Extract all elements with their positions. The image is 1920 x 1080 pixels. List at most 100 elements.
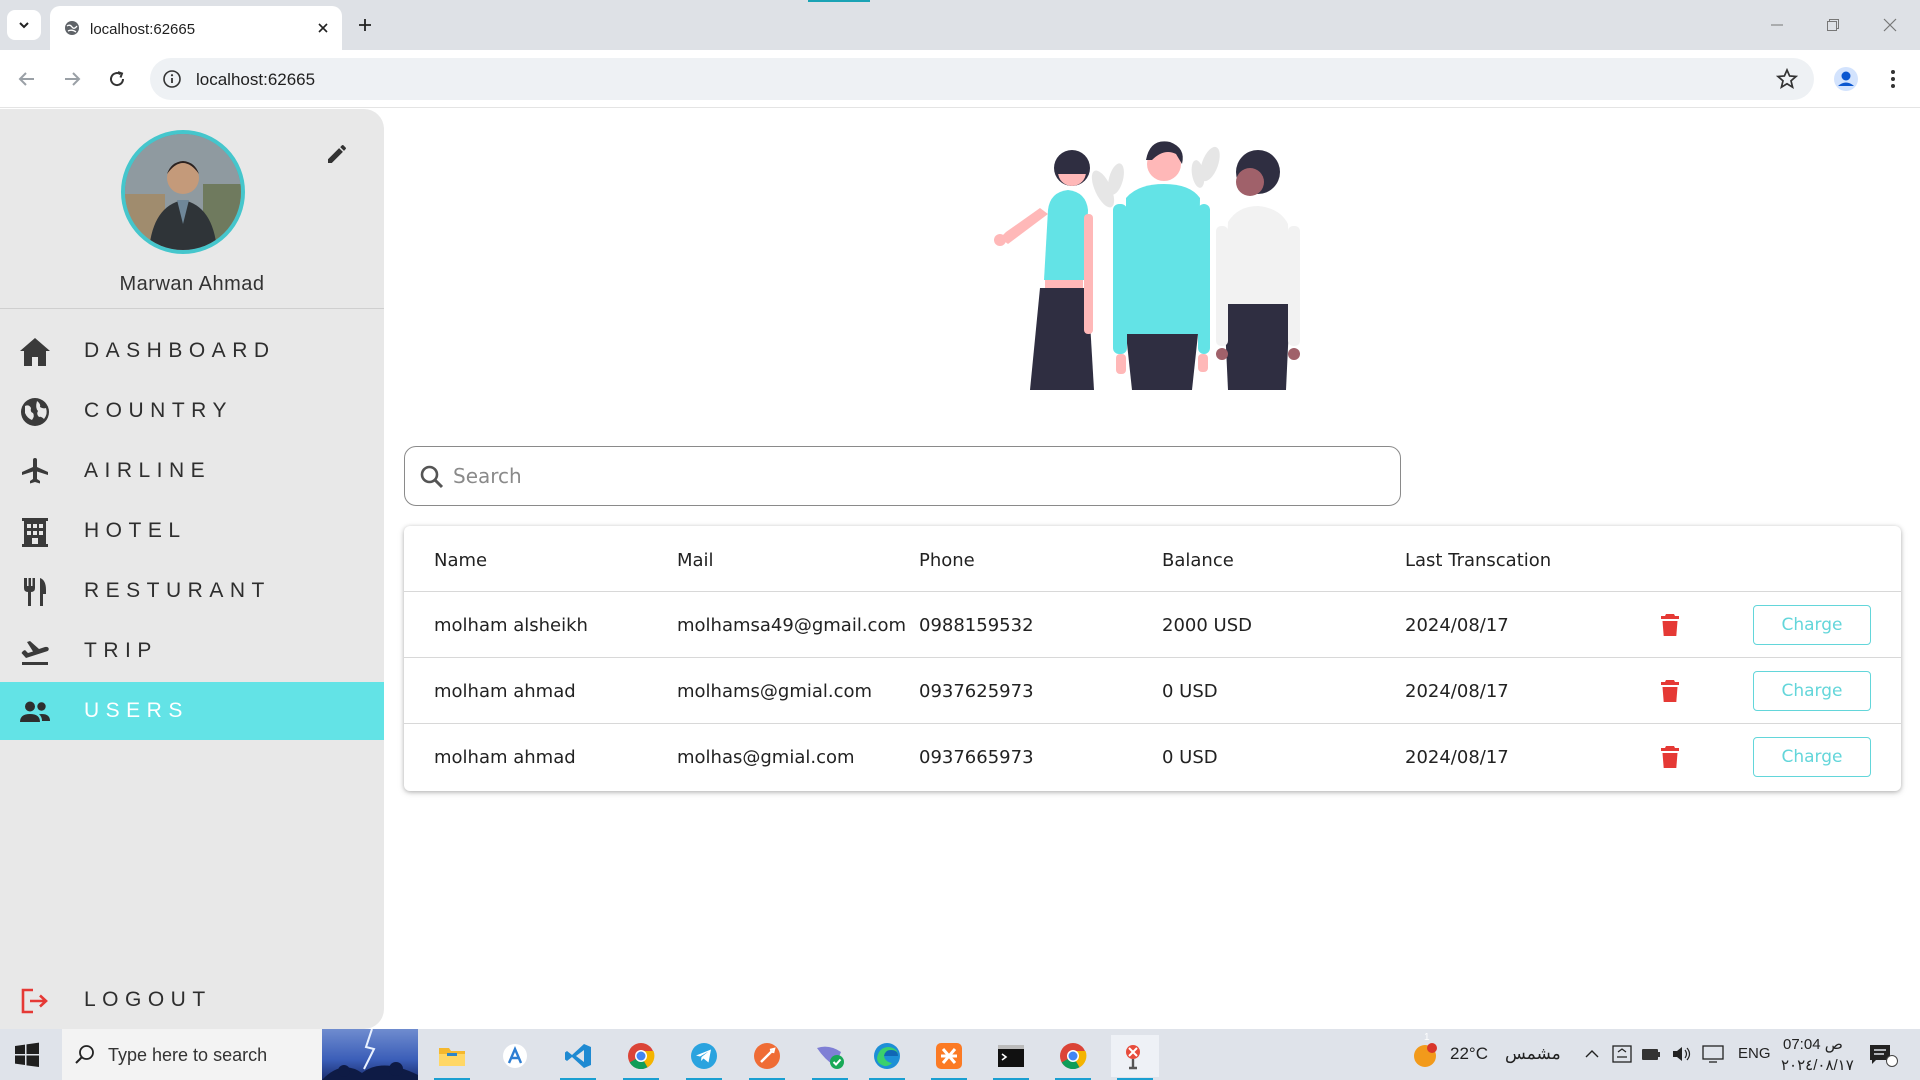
chrome-icon bbox=[1060, 1043, 1087, 1070]
taskbar-flutter-app[interactable] bbox=[1111, 1035, 1159, 1080]
charge-button[interactable]: Charge bbox=[1753, 737, 1871, 777]
taskbar-edge[interactable] bbox=[863, 1035, 911, 1080]
address-bar[interactable]: localhost:62665 bbox=[150, 58, 1814, 100]
delete-button[interactable] bbox=[1658, 744, 1682, 770]
taskbar-chrome-2[interactable] bbox=[1049, 1035, 1097, 1080]
clock-time[interactable]: 07:04 ص bbox=[1783, 1035, 1843, 1053]
back-button[interactable] bbox=[12, 64, 42, 94]
taskbar-telegram[interactable] bbox=[680, 1035, 728, 1080]
airplane-icon bbox=[18, 455, 52, 489]
browser-toolbar: localhost:62665 bbox=[0, 50, 1920, 108]
sidebar-item-label: RESTURANT bbox=[84, 579, 271, 602]
address-url: localhost:62665 bbox=[196, 70, 316, 89]
column-header-name[interactable]: Name bbox=[434, 550, 487, 571]
users-illustration bbox=[994, 141, 1300, 390]
sidebar-item-hotel[interactable]: HOTEL bbox=[0, 502, 384, 560]
restaurant-icon bbox=[18, 575, 52, 609]
sidebar-item-resturant[interactable]: RESTURANT bbox=[0, 562, 384, 620]
app-icon bbox=[1126, 1045, 1140, 1070]
sidebar-item-trip[interactable]: TRIP bbox=[0, 622, 384, 680]
taskbar-chrome[interactable] bbox=[617, 1035, 665, 1080]
tab-search-button[interactable] bbox=[7, 10, 41, 40]
network-device-icon[interactable] bbox=[1612, 1045, 1632, 1063]
weather-sun-icon[interactable] bbox=[1412, 1042, 1438, 1068]
input-language[interactable]: ENG bbox=[1738, 1045, 1771, 1062]
restore-button[interactable] bbox=[1820, 12, 1846, 38]
windows-start-icon[interactable] bbox=[14, 1042, 40, 1068]
new-tab-button[interactable] bbox=[352, 12, 378, 38]
profile-button[interactable] bbox=[1832, 65, 1860, 93]
taskbar-terminal[interactable] bbox=[987, 1035, 1035, 1080]
cell-mail: molhas@gmial.com bbox=[677, 747, 855, 768]
reload-button[interactable] bbox=[102, 64, 132, 94]
logout-label: LOGOUT bbox=[84, 988, 212, 1011]
terminal-icon bbox=[998, 1045, 1024, 1067]
chrome-icon bbox=[628, 1043, 655, 1070]
cell-name: molham ahmad bbox=[434, 681, 576, 702]
taskbar-file-explorer[interactable] bbox=[428, 1035, 476, 1080]
table-row: molham ahmad molhas@gmial.com 0937665973… bbox=[404, 724, 1901, 790]
logout-button[interactable]: LOGOUT bbox=[0, 971, 384, 1029]
user-name: Marwan Ahmad bbox=[119, 273, 265, 295]
charge-button[interactable]: Charge bbox=[1753, 605, 1871, 645]
sidebar-item-label: AIRLINE bbox=[84, 459, 212, 482]
tab-title: localhost:62665 bbox=[90, 21, 196, 38]
sidebar-item-country[interactable]: COUNTRY bbox=[0, 382, 384, 440]
globe-icon bbox=[18, 395, 52, 429]
weather-temperature: 22°C bbox=[1450, 1044, 1488, 1063]
xampp-icon bbox=[936, 1043, 962, 1069]
info-icon[interactable] bbox=[162, 69, 182, 89]
sidebar: Marwan Ahmad DASHBOARD COUNTRY AIRLINE H… bbox=[0, 109, 384, 1029]
column-header-balance[interactable]: Balance bbox=[1162, 550, 1234, 571]
display-icon[interactable] bbox=[1702, 1045, 1724, 1063]
sidebar-item-dashboard[interactable]: DASHBOARD bbox=[0, 322, 384, 380]
taskbar-search[interactable]: Type here to search bbox=[62, 1029, 418, 1080]
delete-button[interactable] bbox=[1658, 678, 1682, 704]
chevron-up-icon[interactable] bbox=[1585, 1048, 1599, 1060]
taskbar-xampp[interactable] bbox=[925, 1035, 973, 1080]
sidebar-item-users[interactable]: USERS bbox=[0, 682, 384, 740]
edit-profile-button[interactable] bbox=[322, 139, 352, 169]
sidebar-item-airline[interactable]: AIRLINE bbox=[0, 442, 384, 500]
notification-center-icon[interactable] bbox=[1868, 1043, 1898, 1067]
chevron-down-icon bbox=[19, 22, 29, 29]
telegram-icon bbox=[691, 1043, 717, 1069]
delete-button[interactable] bbox=[1658, 612, 1682, 638]
hotel-icon bbox=[18, 515, 52, 549]
column-header-mail[interactable]: Mail bbox=[677, 550, 714, 571]
cell-last-transaction: 2024/08/17 bbox=[1405, 747, 1509, 768]
tab-close-button[interactable] bbox=[312, 17, 334, 39]
cell-mail: molhamsa49@gmail.com bbox=[677, 615, 906, 636]
search-input[interactable] bbox=[453, 457, 1373, 495]
close-window-button[interactable] bbox=[1877, 12, 1903, 38]
charge-button[interactable]: Charge bbox=[1753, 671, 1871, 711]
table-header: Name Mail Phone Balance Last Transcation bbox=[404, 526, 1901, 592]
sidebar-item-label: TRIP bbox=[84, 639, 158, 662]
trash-icon bbox=[1661, 746, 1679, 768]
volume-icon[interactable] bbox=[1671, 1045, 1691, 1063]
plus-icon bbox=[359, 19, 371, 31]
column-header-last-transaction[interactable]: Last Transcation bbox=[1405, 550, 1551, 571]
weather-badge-count: 1 bbox=[1424, 1032, 1430, 1043]
sync-app-icon bbox=[817, 1046, 844, 1069]
taskbar-app-sync[interactable] bbox=[806, 1035, 854, 1080]
minimize-button[interactable] bbox=[1764, 12, 1790, 38]
sidebar-divider bbox=[0, 308, 384, 309]
bookmark-star-icon[interactable] bbox=[1776, 68, 1798, 90]
home-icon bbox=[18, 335, 52, 369]
close-icon bbox=[1883, 18, 1897, 32]
search-box[interactable] bbox=[404, 446, 1401, 506]
sidebar-item-label: HOTEL bbox=[84, 519, 187, 542]
forward-button[interactable] bbox=[57, 64, 87, 94]
clock-date[interactable]: ٢٠٢٤/٠٨/١٧ bbox=[1781, 1056, 1854, 1074]
taskbar-app-store[interactable] bbox=[491, 1035, 539, 1077]
browser-tab[interactable]: localhost:62665 bbox=[50, 6, 342, 50]
battery-icon[interactable] bbox=[1641, 1046, 1661, 1062]
avatar[interactable] bbox=[121, 130, 245, 254]
browser-menu-button[interactable] bbox=[1880, 65, 1906, 93]
taskbar-vscode[interactable] bbox=[554, 1035, 602, 1080]
column-header-phone[interactable]: Phone bbox=[919, 550, 975, 571]
taskbar-postman[interactable] bbox=[743, 1035, 791, 1080]
profile-icon bbox=[1834, 67, 1858, 91]
edge-icon bbox=[874, 1043, 900, 1069]
